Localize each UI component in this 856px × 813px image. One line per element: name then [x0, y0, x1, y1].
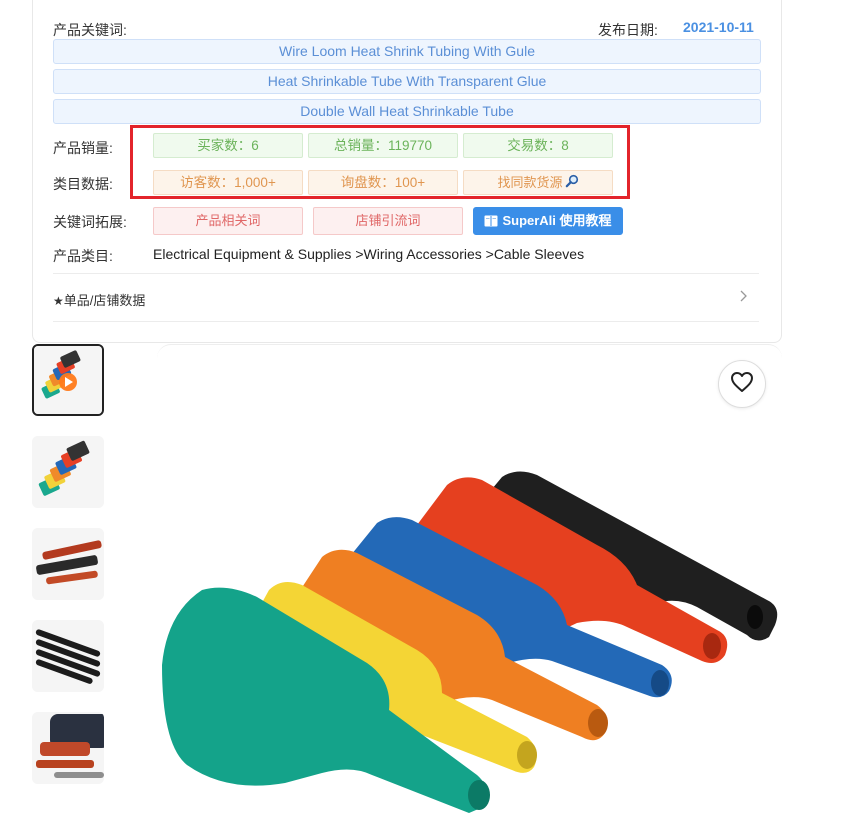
- star-icon: ★: [53, 294, 64, 308]
- store-data-toggle[interactable]: ★单品/店铺数据: [53, 290, 145, 309]
- keyword-expand-label: 关键词拓展:: [53, 214, 127, 230]
- thumbnail-image[interactable]: [32, 528, 104, 600]
- category-label: 产品类目:: [53, 248, 113, 264]
- thumbnail-image[interactable]: [32, 436, 104, 508]
- store-traffic-keywords-button[interactable]: 店铺引流词: [313, 207, 463, 235]
- keyword-chip[interactable]: Heat Shrinkable Tube With Transparent Gl…: [53, 69, 761, 94]
- store-data-label: 单品/店铺数据: [63, 293, 146, 308]
- publish-date-value: 2021-10-11: [683, 19, 754, 35]
- highlight-box: [130, 125, 630, 199]
- publish-date-label: 发布日期:: [598, 22, 658, 38]
- category-data-label: 类目数据:: [53, 176, 113, 192]
- thumbnail-image[interactable]: [32, 620, 104, 692]
- superali-tutorial-button[interactable]: SuperAli 使用教程: [473, 207, 623, 235]
- tutorial-label: SuperAli 使用教程: [502, 213, 612, 228]
- thumbnail-image[interactable]: [32, 712, 104, 784]
- book-icon: [484, 210, 498, 236]
- main-product-image[interactable]: [157, 344, 782, 813]
- keyword-chip[interactable]: Double Wall Heat Shrinkable Tube: [53, 99, 761, 124]
- keywords-label: 产品关键词:: [53, 22, 127, 38]
- chevron-right-icon[interactable]: [739, 289, 747, 305]
- sales-label: 产品销量:: [53, 140, 113, 156]
- thumbnail-video[interactable]: [32, 344, 104, 416]
- category-breadcrumb[interactable]: Electrical Equipment & Supplies >Wiring …: [153, 246, 584, 262]
- keyword-chip[interactable]: Wire Loom Heat Shrink Tubing With Gule: [53, 39, 761, 64]
- related-keywords-button[interactable]: 产品相关词: [153, 207, 303, 235]
- divider: [53, 273, 759, 274]
- favorite-heart-button[interactable]: [718, 360, 766, 408]
- divider: [53, 321, 759, 322]
- heart-icon: [730, 371, 754, 398]
- product-info-panel: 产品关键词: 发布日期: 2021-10-11 Wire Loom Heat S…: [32, 0, 782, 343]
